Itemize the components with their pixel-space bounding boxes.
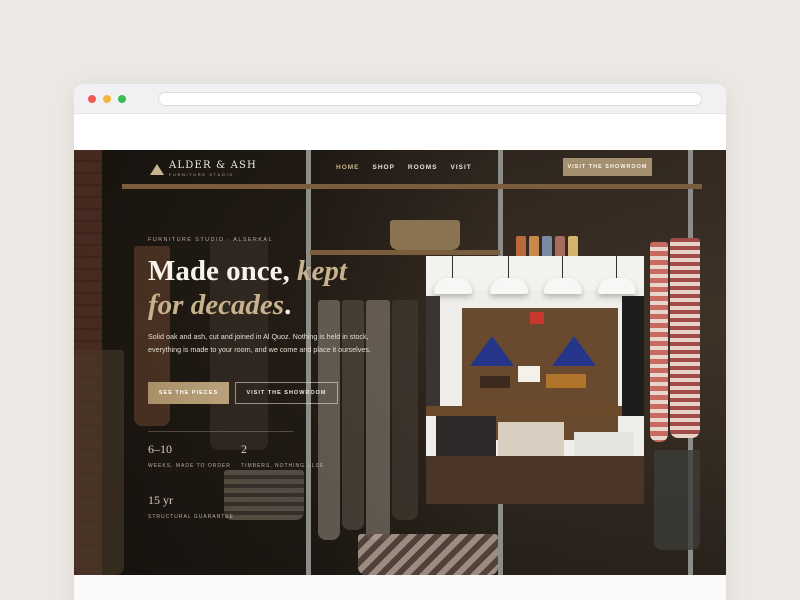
visit-showroom-header-button[interactable]: VISIT THE SHOWROOM [563,158,652,176]
clothes-rack-decoration [426,296,440,406]
garment-decoration [670,238,700,438]
item-decoration [480,376,510,388]
nav-home[interactable]: HOME [336,164,360,171]
stat-lead-time: 6–10 WEEKS, MADE TO ORDER [148,442,231,469]
garment-decoration [650,242,668,442]
close-window-button[interactable] [88,95,96,103]
logo-mark-icon [150,162,164,176]
red-sign-decoration [530,312,544,324]
brand-name: ALDER & ASH [169,160,257,171]
headline-emphasis: kept [297,255,347,287]
garment-decoration [654,450,700,550]
page-top-space [74,114,726,150]
stats-divider [148,431,293,432]
pipe-decoration [306,150,311,575]
stat-value: 2 [241,442,247,456]
brand-logo[interactable]: ALDER & ASH FURNITURE STUDIO [150,160,257,177]
item-decoration [498,422,564,456]
stat-guarantee: 15 yr STRUCTURAL GUARANTEE [148,493,234,520]
headline-emphasis: for decades [148,289,285,321]
browser-toolbar [74,84,726,114]
screen-decoration [518,366,540,382]
stat-label: TIMBERS, NOTHING ELSE [241,463,325,469]
blue-panel-decoration [470,336,514,366]
address-bar[interactable] [158,92,702,106]
pendant-lamp-decoration [490,256,528,294]
brand-text: ALDER & ASH FURNITURE STUDIO [169,160,257,177]
hero-headline: Made once, kept for decades. [148,254,347,322]
pendant-lamp-decoration [598,256,636,294]
blue-panel-decoration [552,336,596,366]
maximize-window-button[interactable] [118,95,126,103]
stat-value: 6–10 [148,442,172,456]
stat-label: STRUCTURAL GUARANTEE [148,514,234,520]
mannequin-decoration [74,350,124,575]
headline-period: . [284,289,292,321]
hero-section: ALDER & ASH FURNITURE STUDIO HOME SHOP R… [74,150,726,575]
blanket-decoration [358,534,498,575]
item-decoration [436,416,496,456]
hero-eyebrow: FURNITURE STUDIO · ALSERKAL [148,237,273,243]
clothes-rack-decoration [622,296,644,416]
headline-part: Made once, [148,255,290,287]
visit-showroom-button[interactable]: VISIT THE SHOWROOM [235,382,338,404]
below-hero-section [74,575,726,600]
browser-window: ALDER & ASH FURNITURE STUDIO HOME SHOP R… [74,84,726,600]
minimize-window-button[interactable] [103,95,111,103]
hero-description: Solid oak and ash, cut and joined in Al … [148,332,371,354]
showroom-photo [426,256,644,504]
table-decoration [426,406,644,416]
item-decoration [546,374,586,388]
photo-floor [426,456,644,504]
folded-stack-decoration [224,470,304,520]
pendant-lamp-decoration [434,256,472,294]
shelf-decoration [122,184,702,189]
nav-shop[interactable]: SHOP [373,164,395,171]
navy-box-decoration [574,432,634,456]
see-the-pieces-button[interactable]: SEE THE PIECES [148,382,229,404]
main-nav: HOME SHOP ROOMS VISIT [336,164,472,171]
bag-decoration [390,220,460,250]
stat-timbers: 2 TIMBERS, NOTHING ELSE [241,442,324,469]
stat-value: 15 yr [148,493,173,507]
pendant-lamp-decoration [544,256,582,294]
nav-rooms[interactable]: ROOMS [408,164,438,171]
brand-subtitle: FURNITURE STUDIO [169,172,234,177]
stat-label: WEEKS, MADE TO ORDER [148,463,231,469]
nav-visit[interactable]: VISIT [450,164,471,171]
